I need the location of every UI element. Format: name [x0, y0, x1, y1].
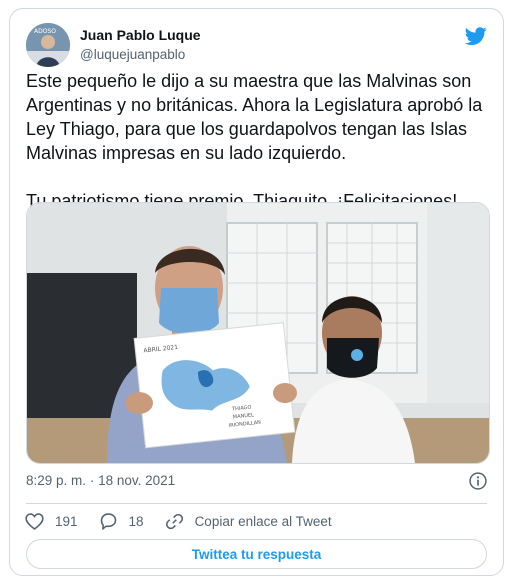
timestamp-separator: ·	[89, 473, 95, 488]
author-handle[interactable]: @luquejuanpablo	[80, 47, 185, 62]
photo-illustration: ABRIL 2021 THIAGO MANUEL IRIONDILLAN	[27, 203, 489, 463]
link-icon	[165, 513, 183, 529]
reply-icon	[100, 512, 116, 530]
reply-count: 18	[128, 513, 144, 529]
copy-link-button[interactable]: Copiar enlace al Tweet	[164, 511, 332, 532]
tweet-time: 8:29 p. m.	[26, 473, 87, 488]
tweet-card: ADOSO Juan Pablo Luque @luquejuanpablo E…	[9, 8, 504, 576]
avatar-image: ADOSO	[26, 23, 70, 67]
twitter-bird-icon[interactable]	[465, 25, 487, 47]
author-name[interactable]: Juan Pablo Luque	[80, 27, 201, 43]
tweet-actions: 191 18 Copiar enlace al Tweet	[24, 509, 352, 533]
avatar-badge: ADOSO	[34, 28, 56, 35]
reply-button[interactable]: 18	[98, 511, 144, 532]
like-button[interactable]: 191	[24, 511, 78, 532]
avatar[interactable]: ADOSO	[26, 23, 70, 67]
divider	[26, 503, 487, 504]
tweet-text: Este pequeño le dijo a su maestra que la…	[26, 69, 491, 213]
info-icon[interactable]	[468, 471, 488, 491]
reply-cta-button[interactable]: Twittea tu respuesta	[26, 539, 487, 569]
tweet-date: 18 nov. 2021	[98, 473, 176, 488]
tweet-text-paragraph: Este pequeño le dijo a su maestra que la…	[26, 71, 483, 163]
heart-icon	[25, 512, 44, 530]
tweet-photo[interactable]: ABRIL 2021 THIAGO MANUEL IRIONDILLAN	[26, 202, 490, 464]
tweet-timestamp[interactable]: 8:29 p. m. · 18 nov. 2021	[26, 473, 175, 488]
like-count: 191	[55, 513, 78, 529]
copy-link-label: Copiar enlace al Tweet	[194, 513, 332, 529]
